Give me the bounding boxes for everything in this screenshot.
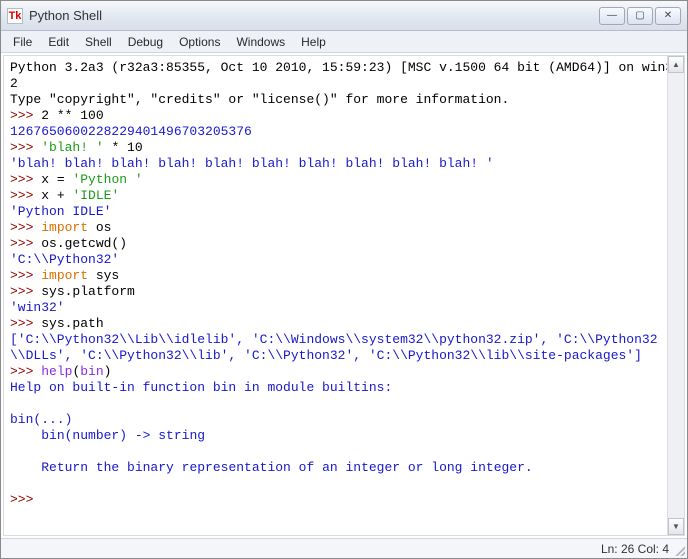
statusbar: Ln: 26 Col: 4 (1, 538, 687, 558)
header-line-2: Type "copyright", "credits" or "license(… (10, 92, 509, 107)
input-5-kw: import (41, 220, 88, 235)
menu-windows[interactable]: Windows (228, 33, 293, 51)
header-line-1: Python 3.2a3 (r32a3:85355, Oct 10 2010, … (10, 60, 673, 91)
output-9: ['C:\\Python32\\Lib\\idlelib', 'C:\\Wind… (10, 332, 658, 363)
content-area: Python 3.2a3 (r32a3:85355, Oct 10 2010, … (3, 55, 685, 536)
menu-edit[interactable]: Edit (40, 33, 77, 51)
prompt: >>> (10, 188, 41, 203)
titlebar[interactable]: Tk Python Shell — ▢ ✕ (1, 1, 687, 31)
output-4: 'Python IDLE' (10, 204, 111, 219)
input-7b: sys (88, 268, 119, 283)
input-3a: x = (41, 172, 72, 187)
input-3-str: 'Python ' (72, 172, 142, 187)
output-10f: Return the binary representation of an i… (10, 460, 533, 475)
input-10-arg: bin (80, 364, 103, 379)
cursor-position: Ln: 26 Col: 4 (601, 542, 669, 556)
input-2-str: 'blah! ' (41, 140, 103, 155)
vertical-scrollbar[interactable]: ▲ ▼ (667, 56, 684, 535)
output-10a: Help on built-in function bin in module … (10, 380, 392, 395)
output-8: 'win32' (10, 300, 65, 315)
scroll-down-button[interactable]: ▼ (668, 518, 684, 535)
window-controls: — ▢ ✕ (599, 7, 681, 25)
input-8: sys.platform (41, 284, 135, 299)
resize-grip[interactable] (673, 544, 685, 556)
prompt: >>> (10, 172, 41, 187)
prompt-final: >>> (10, 492, 41, 507)
menu-shell[interactable]: Shell (77, 33, 120, 51)
output-2: 'blah! blah! blah! blah! blah! blah! bla… (10, 156, 494, 171)
console[interactable]: Python 3.2a3 (r32a3:85355, Oct 10 2010, … (4, 56, 684, 535)
minimize-button[interactable]: — (599, 7, 625, 25)
menu-debug[interactable]: Debug (120, 33, 171, 51)
scroll-track[interactable] (668, 73, 684, 518)
app-window: Tk Python Shell — ▢ ✕ File Edit Shell De… (0, 0, 688, 559)
input-9: sys.path (41, 316, 103, 331)
input-2-rest: * 10 (104, 140, 143, 155)
output-1: 1267650600228229401496703205376 (10, 124, 252, 139)
menu-options[interactable]: Options (171, 33, 228, 51)
output-6: 'C:\\Python32' (10, 252, 119, 267)
input-6: os.getcwd() (41, 236, 127, 251)
window-title: Python Shell (29, 8, 599, 23)
prompt: >>> (10, 108, 41, 123)
maximize-button[interactable]: ▢ (627, 7, 653, 25)
prompt: >>> (10, 236, 41, 251)
input-4-str: 'IDLE' (72, 188, 119, 203)
app-icon: Tk (7, 8, 23, 24)
input-10-func: help (41, 364, 72, 379)
input-1: 2 ** 100 (41, 108, 103, 123)
prompt: >>> (10, 220, 41, 235)
close-button[interactable]: ✕ (655, 7, 681, 25)
menubar: File Edit Shell Debug Options Windows He… (1, 31, 687, 53)
prompt: >>> (10, 316, 41, 331)
output-10c: bin(...) (10, 412, 72, 427)
input-5b: os (88, 220, 111, 235)
prompt: >>> (10, 364, 41, 379)
menu-help[interactable]: Help (293, 33, 334, 51)
input-10-paren2: ) (104, 364, 112, 379)
prompt: >>> (10, 140, 41, 155)
input-7-kw: import (41, 268, 88, 283)
output-10d: bin(number) -> string (10, 428, 205, 443)
prompt: >>> (10, 268, 41, 283)
menu-file[interactable]: File (5, 33, 40, 51)
scroll-up-button[interactable]: ▲ (668, 56, 684, 73)
prompt: >>> (10, 284, 41, 299)
input-4a: x + (41, 188, 72, 203)
